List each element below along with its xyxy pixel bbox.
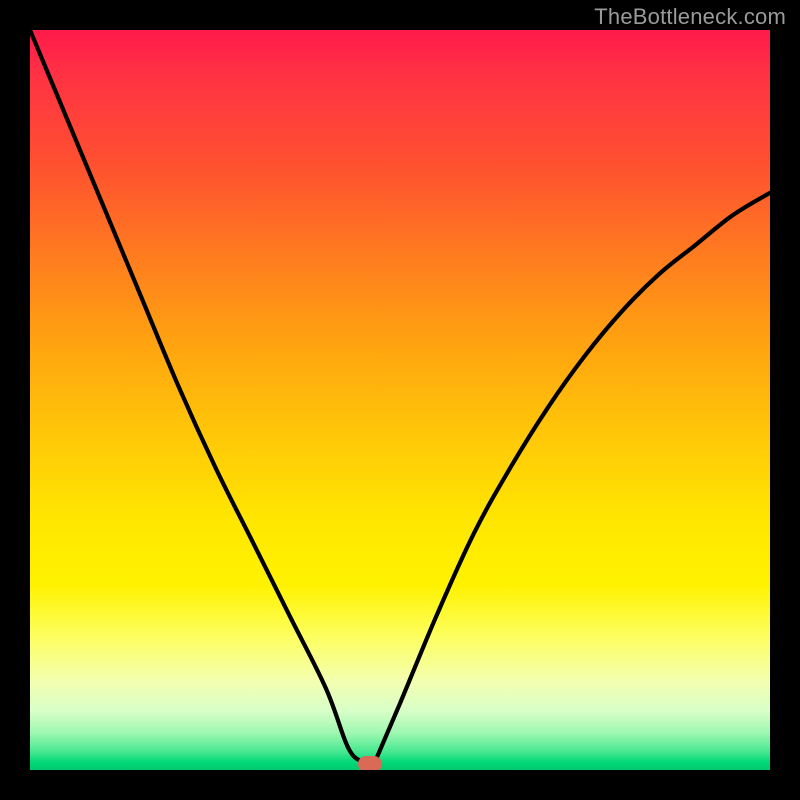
chart-frame: TheBottleneck.com	[0, 0, 800, 800]
watermark-text: TheBottleneck.com	[594, 4, 786, 30]
optimal-point-marker	[358, 756, 382, 770]
curve-layer	[30, 30, 770, 770]
bottleneck-curve	[30, 30, 770, 770]
plot-area	[30, 30, 770, 770]
